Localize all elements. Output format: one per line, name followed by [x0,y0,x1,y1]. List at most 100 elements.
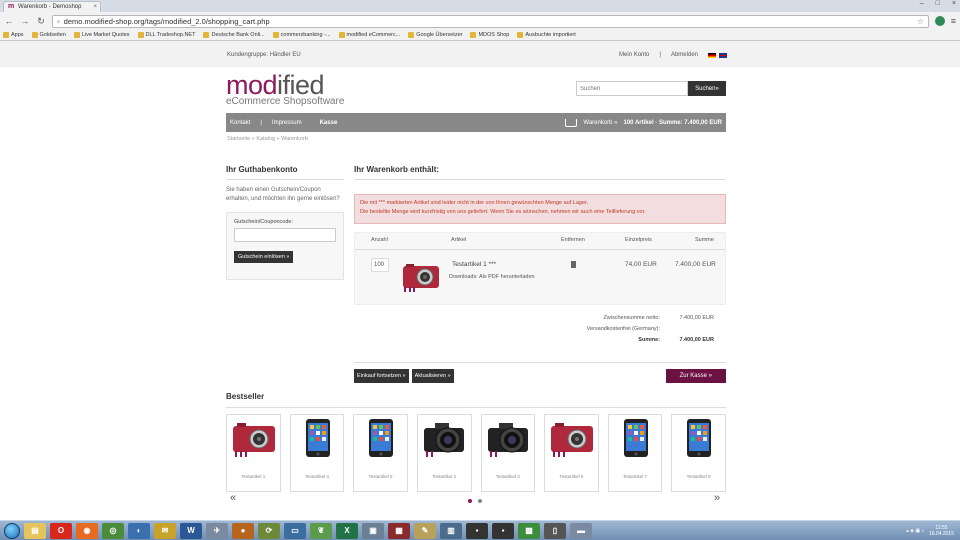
tab-close-icon[interactable]: × [93,4,97,10]
camera-product-image[interactable] [548,418,596,460]
bestseller-item-name[interactable]: Testartikel 2 [418,474,471,479]
product-name-link[interactable]: Testartikel 1 *** [452,261,496,268]
bookmark-item[interactable]: Deutsche Bank Onli... [203,32,265,38]
bookmark-item[interactable]: modified eCommerc... [338,32,400,38]
firefox-icon[interactable]: ◉ [76,522,98,539]
voucher-title: Ihr Guthabenkonto [226,165,344,180]
product-thumbnail[interactable] [401,261,441,295]
nav-item-contact[interactable]: Kontakt [230,120,250,126]
dslr-camera-product-image[interactable] [485,418,533,460]
app-icon-11[interactable]: ▥ [440,522,462,539]
quantity-input[interactable]: 100 [371,258,389,272]
bestseller-item-name[interactable]: Testartikel 6 [545,474,598,479]
bestseller-item[interactable]: Testartikel 6 [544,414,599,492]
excel-icon[interactable]: X [336,522,358,539]
camera-product-image[interactable] [230,418,278,460]
browser-menu-icon[interactable]: ≡ [951,16,956,26]
bestseller-item-name[interactable]: Testartikel 8 [672,474,725,479]
bookmark-item[interactable]: Ausbuchte importiert [517,32,576,38]
clock-date: 16.04.2015 [928,530,954,537]
cart-link[interactable]: Warenkorb » [583,120,617,126]
bestseller-item[interactable]: Testartikel 1 [226,414,281,492]
opera-icon[interactable]: O [50,522,72,539]
phone-product-image[interactable] [675,418,723,460]
coupon-input[interactable] [234,228,336,242]
nav-item-imprint[interactable]: Impressum [272,120,302,126]
search-input[interactable] [576,81,688,96]
bookmark-item[interactable]: MDOS Shop [470,32,509,38]
bestseller-item[interactable]: Testartikel 4 [289,414,345,492]
address-bar[interactable]: ▫ demo.modified-shop.org/tags/modified_2… [52,14,929,28]
bookmark-item[interactable]: DLL Tradeshop.NET [137,32,195,38]
carousel-next-icon[interactable]: » [714,492,720,504]
bestseller-item[interactable]: Testartikel 3 [480,414,536,492]
dslr-camera-product-image[interactable] [421,418,469,460]
extension-icon[interactable] [934,16,945,26]
app-icon-15[interactable]: ▯ [544,522,566,539]
update-cart-button[interactable]: Aktualisieren » [411,369,454,383]
bestseller-carousel: Testartikel 1 Testartikel 4 Testartikel 5 T… [226,414,726,492]
word-icon[interactable]: W [180,522,202,539]
german-flag-icon[interactable] [708,52,716,58]
app-icon-2[interactable]: ✉ [154,522,176,539]
bestseller-item[interactable]: Testartikel 7 [607,414,663,492]
continue-shopping-button[interactable]: Einkauf fortsetzen » [354,369,409,383]
bestseller-item[interactable]: Testartikel 2 [416,414,472,492]
bookmark-item[interactable]: commerzbanking -... [272,32,331,38]
bestseller-item-name[interactable]: Testartikel 4 [291,474,344,479]
carousel-dot-2[interactable] [478,499,482,503]
reload-icon[interactable]: ↻ [36,16,46,27]
checkout-button[interactable]: Zur Kasse » [665,369,726,383]
app-icon-6[interactable]: ▭ [284,522,306,539]
minimize-icon[interactable]: – [920,0,924,7]
app-icon-8[interactable]: ▣ [362,522,384,539]
app-icon-14[interactable]: ▩ [518,522,540,539]
maximize-icon[interactable]: □ [936,0,940,7]
search-button[interactable]: Suchen» [688,81,726,96]
bestseller-item[interactable]: Testartikel 8 [671,414,726,492]
back-icon[interactable]: ← [4,16,14,26]
redeem-coupon-button[interactable]: Gutschein einlösen » [234,251,294,263]
nav-item-checkout[interactable]: Kasse [320,120,338,126]
bookmark-star-icon[interactable]: ☆ [917,17,924,26]
app-icon-5[interactable]: ⟳ [258,522,280,539]
phone-product-image[interactable] [357,418,405,460]
bookmark-item[interactable]: Apps [3,32,24,38]
app-icon-10[interactable]: ✎ [414,522,436,539]
forward-icon[interactable]: → [20,16,30,26]
window-close-icon[interactable]: × [952,0,956,7]
bookmark-item[interactable]: Google Übersetzer [408,32,462,38]
trash-icon[interactable] [571,261,576,268]
app-icon-4[interactable]: ● [232,522,254,539]
start-button[interactable] [4,522,20,539]
app-icon-13[interactable]: ▪ [492,522,514,539]
carousel-prev-icon[interactable]: « [230,492,236,504]
bestseller-item-name[interactable]: Testartikel 1 [227,474,280,479]
bestseller-item-name[interactable]: Testartikel 5 [354,474,407,479]
clock[interactable]: 11:55 16.04.2015 [929,525,954,537]
browser-tab[interactable]: m Warenkorb - Demoshop × [3,1,101,12]
my-account-link[interactable]: Mein Konto [619,52,649,58]
phone-product-image[interactable] [612,418,660,460]
app-icon-16[interactable]: ▬ [570,522,592,539]
app-icon-3[interactable]: ✈ [206,522,228,539]
app-icon-1[interactable]: ◐ [128,522,150,539]
logout-link[interactable]: Abmelden [671,52,698,58]
bookmark-item[interactable]: Live Market Quotes [73,32,130,38]
app-icon-12[interactable]: ▪ [466,522,488,539]
app-icon-7[interactable]: ❦ [310,522,332,539]
bestseller-item-name[interactable]: Testartikel 3 [482,474,535,479]
chrome-icon[interactable]: ◎ [102,522,124,539]
customer-group: Kundengruppe: Händler EU [227,52,301,58]
bookmark-item[interactable]: Goldseiten [31,32,66,38]
bestseller-item[interactable]: Testartikel 5 [353,414,408,492]
shop-logo[interactable]: modified eCommerce Shopsoftware [226,72,344,108]
carousel-dot-1[interactable] [468,499,472,503]
bestseller-item-name[interactable]: Testartikel 7 [609,474,662,479]
app-icon-9[interactable]: ▦ [388,522,410,539]
product-download-link[interactable]: Downloads: Als PDF herunterladen [449,274,535,280]
tray-icons[interactable]: ▴ ◈ ▣ ♪ [906,528,924,534]
phone-product-image[interactable] [294,418,342,460]
explorer-icon[interactable]: ▤ [24,522,46,539]
english-flag-icon[interactable] [719,52,727,58]
